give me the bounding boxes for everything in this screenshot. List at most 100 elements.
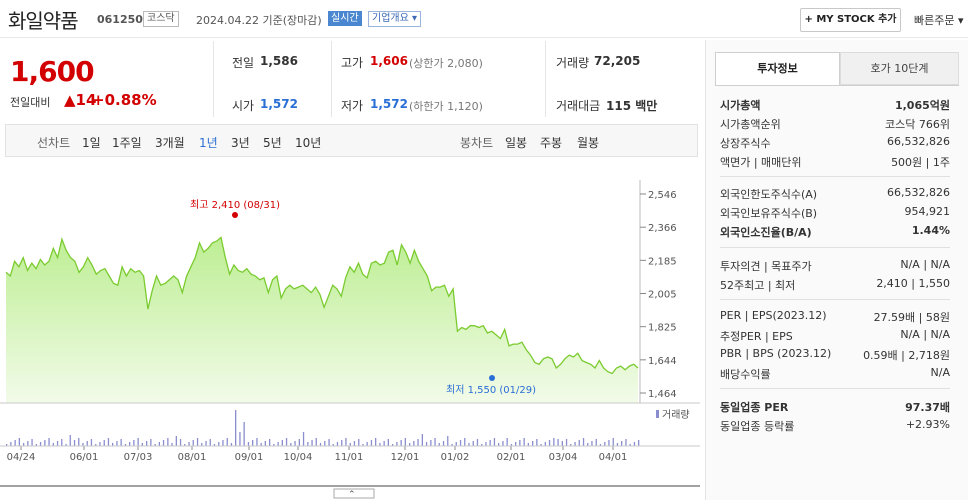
open-label: 시가 (232, 99, 255, 113)
info-row: 투자의견 | 목표주가 N/A | N/A (720, 258, 950, 273)
volume-bar (103, 440, 105, 446)
period-tabs: 선차트 1일 1주일 3개월 1년 3년 5년 10년 봉차트 일봉 주봉 월봉 (5, 124, 698, 157)
info-row: 외국인한도주식수(A) 66,532,826 (720, 186, 950, 201)
tab-1w[interactable]: 1주일 (112, 134, 142, 151)
volume-label: 거래량 (556, 56, 590, 70)
volume-bar (455, 442, 457, 446)
volume-bar (247, 442, 250, 446)
volume-bar (146, 441, 148, 446)
volume-bar (324, 441, 326, 446)
info-row: PER | EPS(2023.12) 27.59배 | 58원 (720, 309, 950, 324)
tab-1d[interactable]: 1일 (82, 134, 101, 151)
volume-bar (73, 440, 76, 446)
tab-3m[interactable]: 3개월 (155, 134, 185, 151)
volume-bar (476, 439, 479, 446)
stock-code: 061250 (97, 13, 143, 26)
volume-bar (222, 440, 224, 446)
stock-name: 화일약품 (8, 9, 79, 33)
tab-3y[interactable]: 3년 (231, 134, 250, 151)
current-price: 1,600 (10, 55, 95, 88)
x-tick-label: 10/04 (284, 452, 313, 463)
tab-1y[interactable]: 1년 (199, 134, 218, 151)
volume-bar (133, 440, 135, 446)
volume-bar (129, 442, 131, 446)
volume-bar (366, 442, 368, 446)
x-tick-label: 01/02 (441, 452, 470, 463)
info-row: 상장주식수 66,532,826 (720, 135, 950, 150)
info-row: 외국인소진율(B/A) 1.44% (720, 224, 950, 239)
y-tick-label: 2,546 (648, 190, 677, 201)
x-tick-label: 09/01 (235, 452, 264, 463)
info-row: 배당수익률 N/A (720, 366, 950, 381)
volume-bar (608, 440, 610, 446)
lower-limit: (하한가 1,120) (409, 100, 483, 113)
volume-bar (442, 441, 445, 446)
x-tick-label: 02/01 (497, 452, 526, 463)
volume-bar (536, 439, 538, 446)
base-date: 2024.04.22 기준(장마감) (196, 14, 322, 27)
volume-bar (86, 441, 88, 446)
volume-bar (595, 439, 597, 446)
corp-info-dropdown[interactable]: 기업개요 ▾ (368, 11, 421, 27)
volume-bar (421, 434, 423, 446)
y-tick-label: 2,185 (648, 256, 677, 267)
max-annotation: 최고 2,410 (08/31) (190, 199, 280, 211)
tab-monthly[interactable]: 월봉 (577, 134, 599, 151)
info-row: 시가총액 1,065억원 (720, 99, 950, 112)
volume-bar (591, 441, 593, 446)
volume-bar (277, 442, 279, 446)
volume-bar (226, 438, 228, 446)
invest-info-panel: 투자정보 호가 10단계 시가총액 1,065억원 시가총액순위 코스닥 766위 … (705, 40, 968, 500)
volume-bar (553, 438, 555, 446)
volume-bar (425, 442, 428, 446)
info-row: 추정PER | EPS N/A | N/A (720, 328, 950, 343)
volume-bar (307, 442, 309, 446)
volume-bar (56, 441, 59, 446)
min-marker (489, 375, 495, 381)
volume-bar (120, 439, 122, 446)
quick-order-button[interactable]: 빠른주문 ▾ (914, 12, 964, 28)
divider (331, 41, 332, 117)
volume-bar (485, 442, 487, 446)
info-row: 52주최고 | 최저 2,410 | 1,550 (720, 277, 950, 292)
volume-bar (515, 442, 517, 446)
up-arrow-icon: ▲ (64, 91, 76, 109)
tab-10y[interactable]: 10년 (295, 134, 321, 151)
volume-bar (532, 441, 534, 446)
volume-bar (99, 442, 101, 446)
change-percent: +0.88% (92, 91, 157, 109)
y-tick-label: 2,005 (648, 290, 677, 301)
volume-bar (39, 442, 42, 446)
volume-bar (400, 440, 402, 446)
price-area (6, 237, 638, 403)
volume-bar (205, 441, 207, 446)
tab-5y[interactable]: 5년 (263, 134, 282, 151)
tab-orderbook[interactable]: 호가 10단계 (840, 52, 959, 85)
divider (213, 41, 214, 117)
tab-weekly[interactable]: 주봉 (540, 134, 562, 151)
volume-bar (612, 438, 614, 446)
volume-bar (489, 440, 491, 446)
volume-bar (404, 438, 406, 446)
my-stock-add-button[interactable]: + MY STOCK 추가 (800, 8, 901, 32)
y-tick-label: 2,366 (648, 223, 677, 234)
volume-bar (14, 440, 16, 446)
volume-bar (158, 442, 160, 446)
volume-bar (90, 439, 93, 446)
volume-bar (430, 440, 432, 446)
high-label: 고가 (341, 56, 364, 70)
tab-invest-info[interactable]: 투자정보 (715, 52, 840, 85)
volume-bar (523, 438, 525, 446)
upper-limit: (상한가 2,080) (409, 57, 483, 70)
volume-bar (264, 441, 266, 446)
info-row: 동일업종 PER 97.37배 (720, 401, 950, 414)
amount-value: 115 백만 (606, 99, 658, 113)
tab-daily[interactable]: 일봉 (505, 134, 527, 151)
volume-bar (27, 441, 29, 446)
volume-bar (239, 432, 241, 446)
x-tick-label: 06/01 (70, 452, 99, 463)
volume-bar (625, 439, 627, 446)
low-label: 저가 (341, 99, 364, 113)
price-chart[interactable]: 2,546 2,366 2,185 2,005 1,825 1,644 1,464 04/2… (0, 158, 700, 500)
x-tick-label: 03/04 (549, 452, 578, 463)
